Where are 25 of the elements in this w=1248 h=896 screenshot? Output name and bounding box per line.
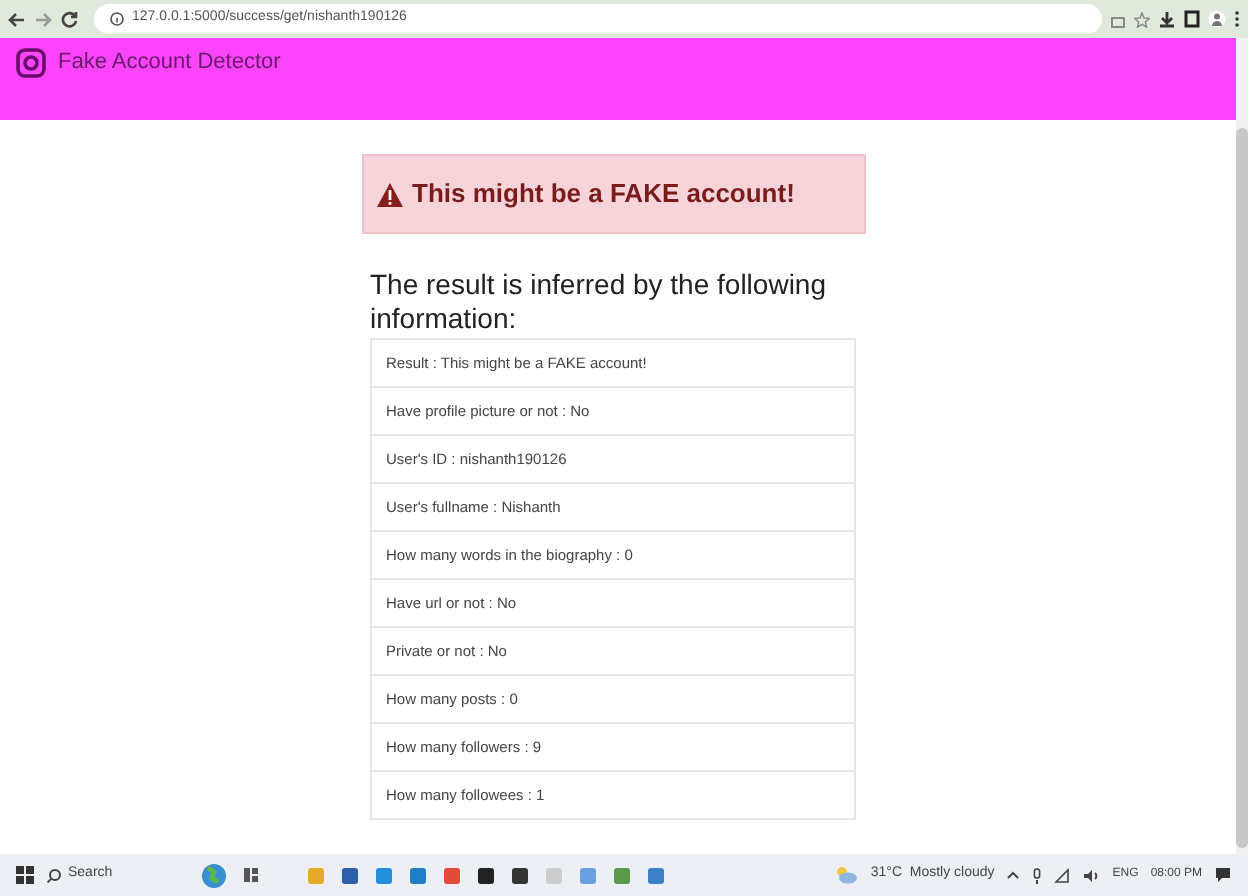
globe-icon[interactable] <box>198 861 230 889</box>
download-icon[interactable] <box>1158 10 1176 28</box>
alert-message: This might be a FAKE account! <box>412 176 795 213</box>
camera-logo-icon <box>16 48 46 78</box>
app-icon[interactable] <box>512 867 528 883</box>
reload-icon[interactable] <box>60 10 78 28</box>
speaker-icon[interactable] <box>1082 867 1101 883</box>
section-heading: The result is inferred by the following information: <box>370 268 828 336</box>
task-view-icon[interactable] <box>242 866 260 884</box>
notification-icon[interactable] <box>1214 866 1232 884</box>
back-icon[interactable] <box>8 11 26 27</box>
microphone-icon[interactable] <box>1032 867 1043 883</box>
side-panel-icon[interactable] <box>1184 10 1200 28</box>
chevron-up-icon[interactable] <box>1006 870 1021 880</box>
search-icon <box>46 867 62 883</box>
profile-icon[interactable] <box>1208 10 1226 28</box>
menu-icon[interactable] <box>1234 10 1240 28</box>
star-icon[interactable] <box>1134 11 1150 27</box>
scrollbar[interactable] <box>1236 38 1248 854</box>
warning-icon <box>376 181 404 207</box>
app-icon[interactable] <box>478 867 494 883</box>
app-title[interactable]: Fake Account Detector <box>58 48 281 78</box>
windows-start-icon[interactable] <box>16 866 34 884</box>
cloud-icon <box>834 866 859 884</box>
network-icon[interactable] <box>1054 867 1071 883</box>
